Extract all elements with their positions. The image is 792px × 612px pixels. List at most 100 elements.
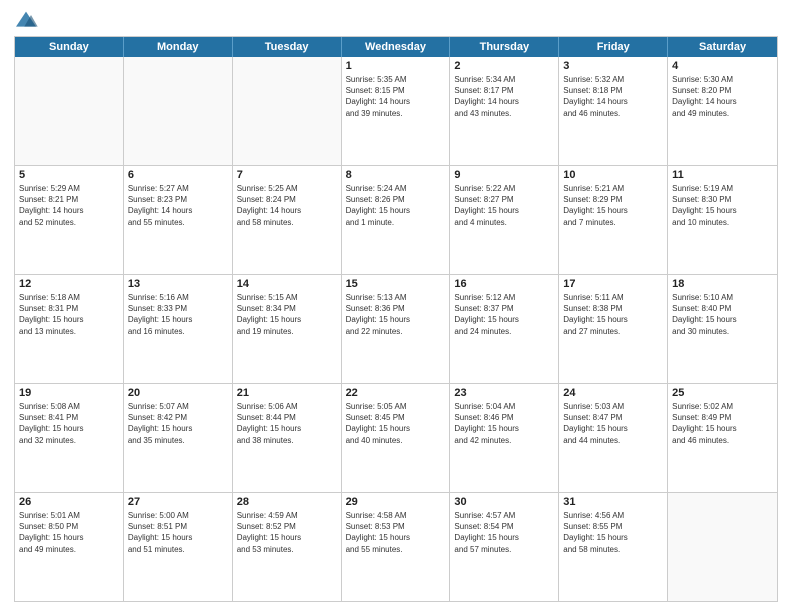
header-day-wednesday: Wednesday — [342, 37, 451, 57]
cal-cell-15: 15 Sunrise: 5:13 AM Sunset: 8:36 PM Dayli… — [342, 275, 451, 383]
cell-content: Sunrise: 5:05 AM Sunset: 8:45 PM Dayligh… — [346, 401, 446, 446]
calendar-header-row: SundayMondayTuesdayWednesdayThursdayFrid… — [15, 37, 777, 57]
cal-cell-20: 20 Sunrise: 5:07 AM Sunset: 8:42 PM Dayli… — [124, 384, 233, 492]
cal-cell-10: 10 Sunrise: 5:21 AM Sunset: 8:29 PM Dayli… — [559, 166, 668, 274]
day-number: 20 — [128, 387, 228, 399]
cal-cell-2: 2 Sunrise: 5:34 AM Sunset: 8:17 PM Daylig… — [450, 57, 559, 165]
day-number: 4 — [672, 60, 773, 72]
cell-content: Sunrise: 5:08 AM Sunset: 8:41 PM Dayligh… — [19, 401, 119, 446]
day-number: 28 — [237, 496, 337, 508]
week-row-5: 26 Sunrise: 5:01 AM Sunset: 8:50 PM Dayli… — [15, 492, 777, 601]
cal-cell-empty-2 — [233, 57, 342, 165]
cell-content: Sunrise: 5:10 AM Sunset: 8:40 PM Dayligh… — [672, 292, 773, 337]
day-number: 7 — [237, 169, 337, 181]
day-number: 30 — [454, 496, 554, 508]
page: SundayMondayTuesdayWednesdayThursdayFrid… — [0, 0, 792, 612]
cell-content: Sunrise: 4:58 AM Sunset: 8:53 PM Dayligh… — [346, 510, 446, 555]
cal-cell-25: 25 Sunrise: 5:02 AM Sunset: 8:49 PM Dayli… — [668, 384, 777, 492]
week-row-3: 12 Sunrise: 5:18 AM Sunset: 8:31 PM Dayli… — [15, 274, 777, 383]
day-number: 18 — [672, 278, 773, 290]
week-row-4: 19 Sunrise: 5:08 AM Sunset: 8:41 PM Dayli… — [15, 383, 777, 492]
day-number: 27 — [128, 496, 228, 508]
cal-cell-16: 16Sunrise: 5:12 AM Sunset: 8:37 PM Dayli… — [450, 275, 559, 383]
cell-content: Sunrise: 5:01 AM Sunset: 8:50 PM Dayligh… — [19, 510, 119, 555]
cell-content: Sunrise: 5:13 AM Sunset: 8:36 PM Dayligh… — [346, 292, 446, 337]
cal-cell-7: 7 Sunrise: 5:25 AM Sunset: 8:24 PM Daylig… — [233, 166, 342, 274]
cell-content: Sunrise: 5:15 AM Sunset: 8:34 PM Dayligh… — [237, 292, 337, 337]
header — [14, 10, 778, 30]
day-number: 17 — [563, 278, 663, 290]
cal-cell-6: 6 Sunrise: 5:27 AM Sunset: 8:23 PM Daylig… — [124, 166, 233, 274]
cell-content: Sunrise: 5:34 AM Sunset: 8:17 PM Dayligh… — [454, 74, 554, 119]
cal-cell-5: 5 Sunrise: 5:29 AM Sunset: 8:21 PM Daylig… — [15, 166, 124, 274]
day-number: 23 — [454, 387, 554, 399]
cell-content: Sunrise: 4:59 AM Sunset: 8:52 PM Dayligh… — [237, 510, 337, 555]
cal-cell-empty-1 — [124, 57, 233, 165]
cell-content: Sunrise: 5:24 AM Sunset: 8:26 PM Dayligh… — [346, 183, 446, 228]
cal-cell-empty-0 — [15, 57, 124, 165]
cell-content: Sunrise: 5:18 AM Sunset: 8:31 PM Dayligh… — [19, 292, 119, 337]
cal-cell-31: 31Sunrise: 4:56 AM Sunset: 8:55 PM Dayli… — [559, 493, 668, 601]
header-day-sunday: Sunday — [15, 37, 124, 57]
logo-icon — [14, 10, 38, 30]
header-day-monday: Monday — [124, 37, 233, 57]
cell-content: Sunrise: 4:56 AM Sunset: 8:55 PM Dayligh… — [563, 510, 663, 555]
day-number: 8 — [346, 169, 446, 181]
day-number: 10 — [563, 169, 663, 181]
cell-content: Sunrise: 5:07 AM Sunset: 8:42 PM Dayligh… — [128, 401, 228, 446]
cell-content: Sunrise: 5:21 AM Sunset: 8:29 PM Dayligh… — [563, 183, 663, 228]
logo — [14, 10, 42, 30]
cal-cell-3: 3 Sunrise: 5:32 AM Sunset: 8:18 PM Daylig… — [559, 57, 668, 165]
cell-content: Sunrise: 5:02 AM Sunset: 8:49 PM Dayligh… — [672, 401, 773, 446]
cell-content: Sunrise: 5:35 AM Sunset: 8:15 PM Dayligh… — [346, 74, 446, 119]
cal-cell-21: 21Sunrise: 5:06 AM Sunset: 8:44 PM Dayli… — [233, 384, 342, 492]
day-number: 2 — [454, 60, 554, 72]
cell-content: Sunrise: 5:04 AM Sunset: 8:46 PM Dayligh… — [454, 401, 554, 446]
cal-cell-19: 19 Sunrise: 5:08 AM Sunset: 8:41 PM Dayli… — [15, 384, 124, 492]
cell-content: Sunrise: 5:32 AM Sunset: 8:18 PM Dayligh… — [563, 74, 663, 119]
cal-cell-14: 14 Sunrise: 5:15 AM Sunset: 8:34 PM Dayli… — [233, 275, 342, 383]
cell-content: Sunrise: 5:29 AM Sunset: 8:21 PM Dayligh… — [19, 183, 119, 228]
day-number: 14 — [237, 278, 337, 290]
day-number: 24 — [563, 387, 663, 399]
day-number: 19 — [19, 387, 119, 399]
cal-cell-8: 8 Sunrise: 5:24 AM Sunset: 8:26 PM Daylig… — [342, 166, 451, 274]
header-day-friday: Friday — [559, 37, 668, 57]
cal-cell-18: 18 Sunrise: 5:10 AM Sunset: 8:40 PM Dayli… — [668, 275, 777, 383]
cal-cell-28: 28 Sunrise: 4:59 AM Sunset: 8:52 PM Dayli… — [233, 493, 342, 601]
day-number: 5 — [19, 169, 119, 181]
cell-content: Sunrise: 5:16 AM Sunset: 8:33 PM Dayligh… — [128, 292, 228, 337]
cell-content: Sunrise: 5:00 AM Sunset: 8:51 PM Dayligh… — [128, 510, 228, 555]
week-row-1: 1 Sunrise: 5:35 AM Sunset: 8:15 PM Daylig… — [15, 57, 777, 165]
day-number: 11 — [672, 169, 773, 181]
header-day-tuesday: Tuesday — [233, 37, 342, 57]
cell-content: Sunrise: 5:06 AM Sunset: 8:44 PM Dayligh… — [237, 401, 337, 446]
cell-content: Sunrise: 5:11 AM Sunset: 8:38 PM Dayligh… — [563, 292, 663, 337]
calendar-body: 1 Sunrise: 5:35 AM Sunset: 8:15 PM Daylig… — [15, 57, 777, 601]
day-number: 16 — [454, 278, 554, 290]
cell-content: Sunrise: 5:22 AM Sunset: 8:27 PM Dayligh… — [454, 183, 554, 228]
cell-content: Sunrise: 5:27 AM Sunset: 8:23 PM Dayligh… — [128, 183, 228, 228]
cal-cell-9: 9Sunrise: 5:22 AM Sunset: 8:27 PM Daylig… — [450, 166, 559, 274]
cell-content: Sunrise: 5:19 AM Sunset: 8:30 PM Dayligh… — [672, 183, 773, 228]
cell-content: Sunrise: 5:25 AM Sunset: 8:24 PM Dayligh… — [237, 183, 337, 228]
header-day-saturday: Saturday — [668, 37, 777, 57]
day-number: 22 — [346, 387, 446, 399]
day-number: 25 — [672, 387, 773, 399]
cal-cell-empty-6 — [668, 493, 777, 601]
cell-content: Sunrise: 5:03 AM Sunset: 8:47 PM Dayligh… — [563, 401, 663, 446]
day-number: 3 — [563, 60, 663, 72]
calendar: SundayMondayTuesdayWednesdayThursdayFrid… — [14, 36, 778, 602]
cell-content: Sunrise: 4:57 AM Sunset: 8:54 PM Dayligh… — [454, 510, 554, 555]
cal-cell-17: 17 Sunrise: 5:11 AM Sunset: 8:38 PM Dayli… — [559, 275, 668, 383]
cal-cell-30: 30 Sunrise: 4:57 AM Sunset: 8:54 PM Dayli… — [450, 493, 559, 601]
day-number: 29 — [346, 496, 446, 508]
day-number: 26 — [19, 496, 119, 508]
day-number: 1 — [346, 60, 446, 72]
cal-cell-29: 29 Sunrise: 4:58 AM Sunset: 8:53 PM Dayli… — [342, 493, 451, 601]
cal-cell-12: 12 Sunrise: 5:18 AM Sunset: 8:31 PM Dayli… — [15, 275, 124, 383]
day-number: 15 — [346, 278, 446, 290]
day-number: 12 — [19, 278, 119, 290]
day-number: 6 — [128, 169, 228, 181]
cal-cell-22: 22 Sunrise: 5:05 AM Sunset: 8:45 PM Dayli… — [342, 384, 451, 492]
